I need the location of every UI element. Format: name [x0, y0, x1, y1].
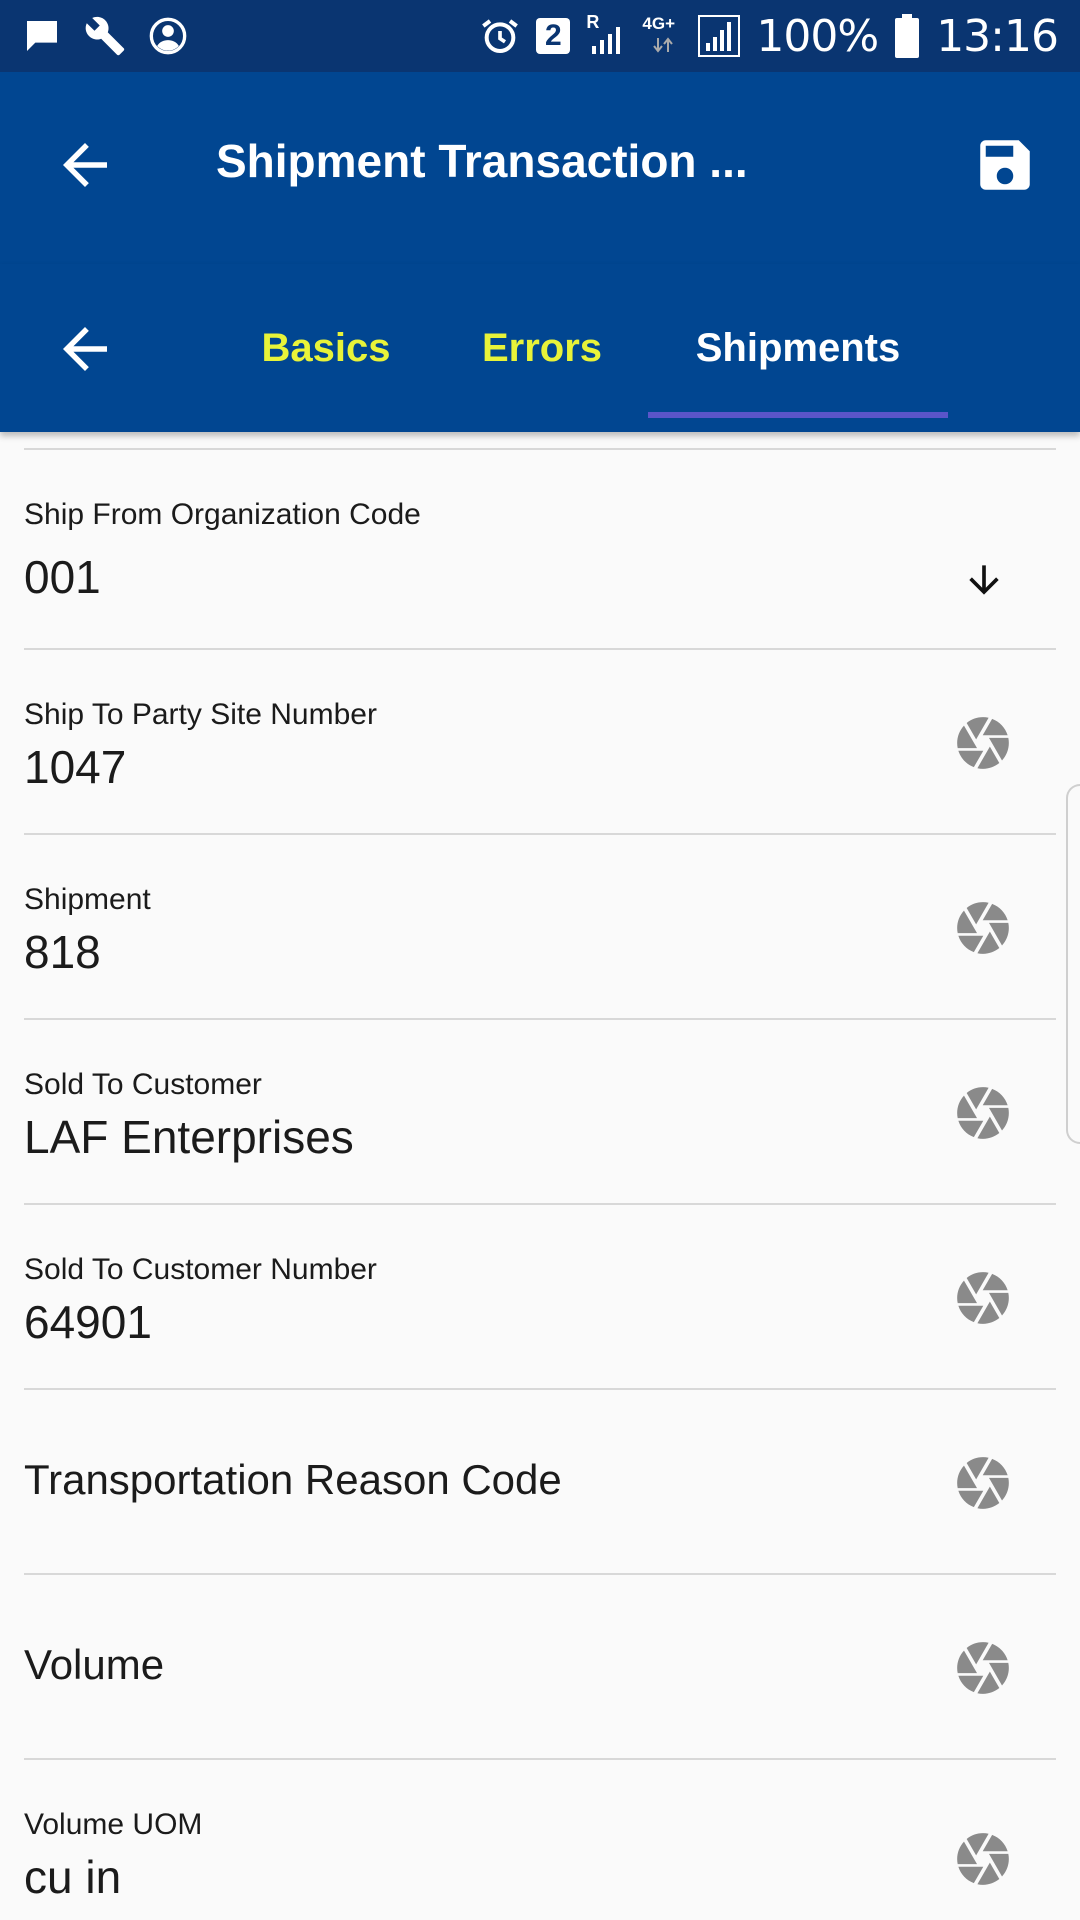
- network-type: 4G+: [642, 14, 675, 33]
- field-label: Sold To Customer Number: [24, 1253, 377, 1286]
- tab-shipments[interactable]: Shipments: [648, 264, 948, 432]
- tab-bar: Basics Errors Shipments: [0, 264, 1080, 432]
- aperture-icon[interactable]: [952, 1267, 1014, 1329]
- field-label: Ship To Party Site Number: [24, 698, 377, 731]
- aperture-icon[interactable]: [952, 1828, 1014, 1890]
- aperture-icon[interactable]: [952, 1452, 1014, 1514]
- status-bar: 2 R 4G+ 100% 13:16: [0, 0, 1080, 72]
- sim-badge-number: 2: [545, 19, 562, 52]
- signal-icon: [698, 15, 741, 57]
- alarm-icon: [482, 19, 519, 54]
- aperture-icon[interactable]: [952, 1637, 1014, 1699]
- field-value: 818: [24, 926, 101, 978]
- aperture-icon[interactable]: [952, 897, 1014, 959]
- tab-basics[interactable]: Basics: [240, 264, 412, 432]
- page-title: Shipment Transaction ...: [216, 135, 748, 187]
- field-label: Transportation Reason Code: [24, 1456, 562, 1503]
- battery-percentage: 100%: [756, 10, 879, 62]
- account-circle-icon: [149, 17, 187, 55]
- field-transportation-reason-code[interactable]: Transportation Reason Code: [0, 1390, 1080, 1575]
- wrench-icon: [85, 16, 125, 56]
- field-sold-to-customer-number[interactable]: Sold To Customer Number 64901: [0, 1205, 1080, 1390]
- field-value: 1047: [24, 741, 127, 793]
- scroll-handle[interactable]: [1066, 784, 1080, 1144]
- field-volume-uom[interactable]: Volume UOM cu in: [0, 1760, 1080, 1920]
- app-bar: Shipment Transaction ...: [0, 72, 1080, 264]
- message-icon: [27, 21, 57, 51]
- battery-icon: [895, 14, 920, 58]
- field-value: 64901: [24, 1296, 152, 1348]
- sim-badge-icon: 2: [536, 18, 571, 54]
- field-value: cu in: [24, 1851, 122, 1903]
- field-label: Sold To Customer: [24, 1068, 262, 1101]
- aperture-icon[interactable]: [952, 712, 1014, 774]
- network-4g-icon: 4G+: [642, 14, 682, 56]
- field-sold-to-customer[interactable]: Sold To Customer LAF Enterprises: [0, 1020, 1080, 1205]
- field-ship-from-organization-code[interactable]: Ship From Organization Code 001: [0, 450, 1080, 650]
- save-icon[interactable]: [972, 132, 1038, 198]
- field-shipment[interactable]: Shipment 818: [0, 835, 1080, 1020]
- field-value: 001: [24, 551, 101, 603]
- tab-errors[interactable]: Errors: [460, 264, 624, 432]
- tab-active-indicator: [648, 412, 948, 418]
- field-label: Ship From Organization Code: [24, 498, 421, 531]
- field-label: Volume UOM: [24, 1808, 203, 1841]
- field-label: Shipment: [24, 883, 151, 916]
- aperture-icon[interactable]: [952, 1082, 1014, 1144]
- arrow-back-icon[interactable]: [52, 316, 118, 382]
- field-label: Volume: [24, 1641, 165, 1688]
- field-ship-to-party-site-number[interactable]: Ship To Party Site Number 1047: [0, 650, 1080, 835]
- signal-roaming-icon: R: [586, 12, 626, 56]
- clock: 13:16: [936, 10, 1059, 62]
- field-value: LAF Enterprises: [24, 1111, 354, 1163]
- arrow-back-icon[interactable]: [52, 132, 118, 198]
- arrow-down-icon[interactable]: [962, 558, 1006, 602]
- field-volume[interactable]: Volume: [0, 1575, 1080, 1760]
